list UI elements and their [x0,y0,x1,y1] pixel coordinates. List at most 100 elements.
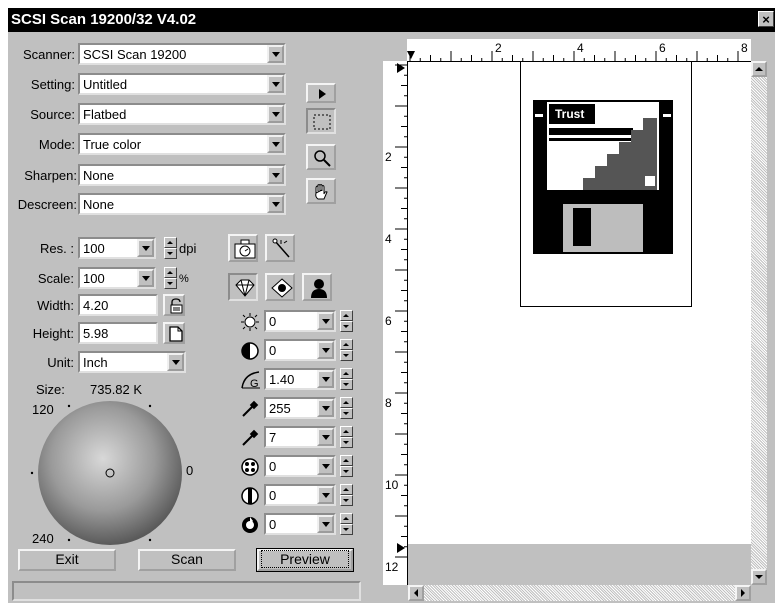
portrait-button[interactable] [302,273,332,301]
chevron-down-icon[interactable] [267,45,284,63]
hand-icon [315,184,328,200]
preview-canvas[interactable]: Trust [408,62,751,544]
shadow-value: 7 [269,430,277,445]
chevron-down-icon[interactable] [317,515,334,533]
chevron-down-icon[interactable] [317,486,334,504]
chevron-down-icon[interactable] [267,135,284,153]
scroll-down-button[interactable] [751,569,767,585]
scanner-label: Scanner: [22,47,75,62]
chevron-down-icon[interactable] [267,195,284,213]
chevron-down-icon[interactable] [137,269,154,287]
shadow-spinner[interactable] [340,426,353,448]
resolution-select[interactable]: 100 [78,237,156,259]
highlight-select[interactable]: 255 [264,397,336,419]
scroll-left-button[interactable] [408,585,424,601]
height-label: Height: [32,326,74,341]
scroll-up-icon [755,67,763,71]
lock-button[interactable] [163,294,185,316]
svg-text:G: G [250,378,259,390]
gamma-select[interactable]: 1.40 [264,368,336,390]
setting-select[interactable]: Untitled [78,73,286,95]
chevron-down-icon[interactable] [317,370,334,388]
close-button[interactable]: × [758,11,774,27]
source-label: Source: [30,107,75,122]
timer-icon [234,239,256,259]
width-field[interactable]: 4.20 [78,294,158,316]
width-label: Width: [37,298,74,313]
chevron-down-icon[interactable] [317,399,334,417]
height-field[interactable]: 5.98 [78,322,158,344]
saturation-value: 0 [269,459,277,474]
tone-spinner[interactable] [340,484,353,506]
horizontal-ruler: 2 4 6 8 [407,39,751,62]
exit-button[interactable]: Exit [18,549,116,571]
hue-value: 0 [269,517,277,532]
ruler-label: 2 [495,41,502,55]
highlight-spinner[interactable] [340,397,353,419]
auto-exposure-button[interactable] [228,234,258,262]
sharpen-select[interactable]: None [78,164,286,186]
magic-wand-icon [272,238,290,258]
scroll-right-button[interactable] [735,585,751,601]
chevron-down-icon[interactable] [267,75,284,93]
descreen-select[interactable]: None [78,193,286,215]
scroll-up-button[interactable] [751,61,767,77]
mode-select[interactable]: True color [78,133,286,155]
color-wheel[interactable] [28,398,188,548]
scroll-down-icon [755,575,763,579]
hue-spinner[interactable] [340,513,353,535]
chevron-down-icon[interactable] [317,312,334,330]
tone-select[interactable]: 0 [264,484,336,506]
brightness-spinner[interactable] [340,310,353,332]
resolution-unit: dpi [179,241,197,256]
preview-button-label: Preview [261,550,349,568]
contrast-select[interactable]: 0 [264,339,336,361]
preview-button[interactable]: Preview [256,548,354,572]
chevron-down-icon[interactable] [267,105,284,123]
vertical-scrollbar[interactable] [751,61,767,585]
chevron-down-icon[interactable] [137,239,154,257]
scale-select[interactable]: 100 [78,267,156,289]
silhouette-icon [311,279,327,298]
shadow-select[interactable]: 7 [264,426,336,448]
orientation-button[interactable] [163,322,185,344]
scan-button[interactable]: Scan [138,549,236,571]
saturation-select[interactable]: 0 [264,455,336,477]
auto-level-button[interactable] [265,273,295,301]
brightness-select[interactable]: 0 [264,310,336,332]
preview-gray-area [408,544,751,585]
chevron-down-icon[interactable] [317,457,334,475]
descreen-value: None [83,197,115,212]
ruler-label: 6 [385,314,392,328]
chevron-down-icon[interactable] [317,428,334,446]
saturation-spinner[interactable] [340,455,353,477]
source-select[interactable]: Flatbed [78,103,286,125]
scale-unit: % [179,273,189,285]
chevron-down-icon[interactable] [267,166,284,184]
scanner-select[interactable]: SCSI Scan 19200 [78,43,286,65]
descreen-button[interactable] [228,273,258,301]
page-icon [169,326,183,342]
scale-spinner[interactable] [164,267,177,289]
scroll-right-icon [741,589,745,597]
hue-select[interactable]: 0 [264,513,336,535]
play-button[interactable] [306,83,336,103]
chevron-down-icon[interactable] [167,353,184,371]
select-area-button[interactable] [306,108,336,134]
setting-label: Setting: [30,77,75,92]
hand-button[interactable] [306,178,336,204]
brightness-icon [241,313,259,331]
scale-label: Scale: [37,271,74,286]
resolution-spinner[interactable] [164,237,177,259]
scale-value: 100 [83,271,105,286]
unit-select[interactable]: Inch [78,351,186,373]
chevron-down-icon[interactable] [317,341,334,359]
ruler-label: 10 [385,478,399,492]
gamma-spinner[interactable] [340,368,353,390]
ruler-marker [407,51,415,59]
contrast-spinner[interactable] [340,339,353,361]
zoom-button[interactable] [306,144,336,170]
magic-wand-button[interactable] [265,234,295,262]
horizontal-scrollbar[interactable] [408,585,751,601]
tone-value: 0 [269,488,277,503]
